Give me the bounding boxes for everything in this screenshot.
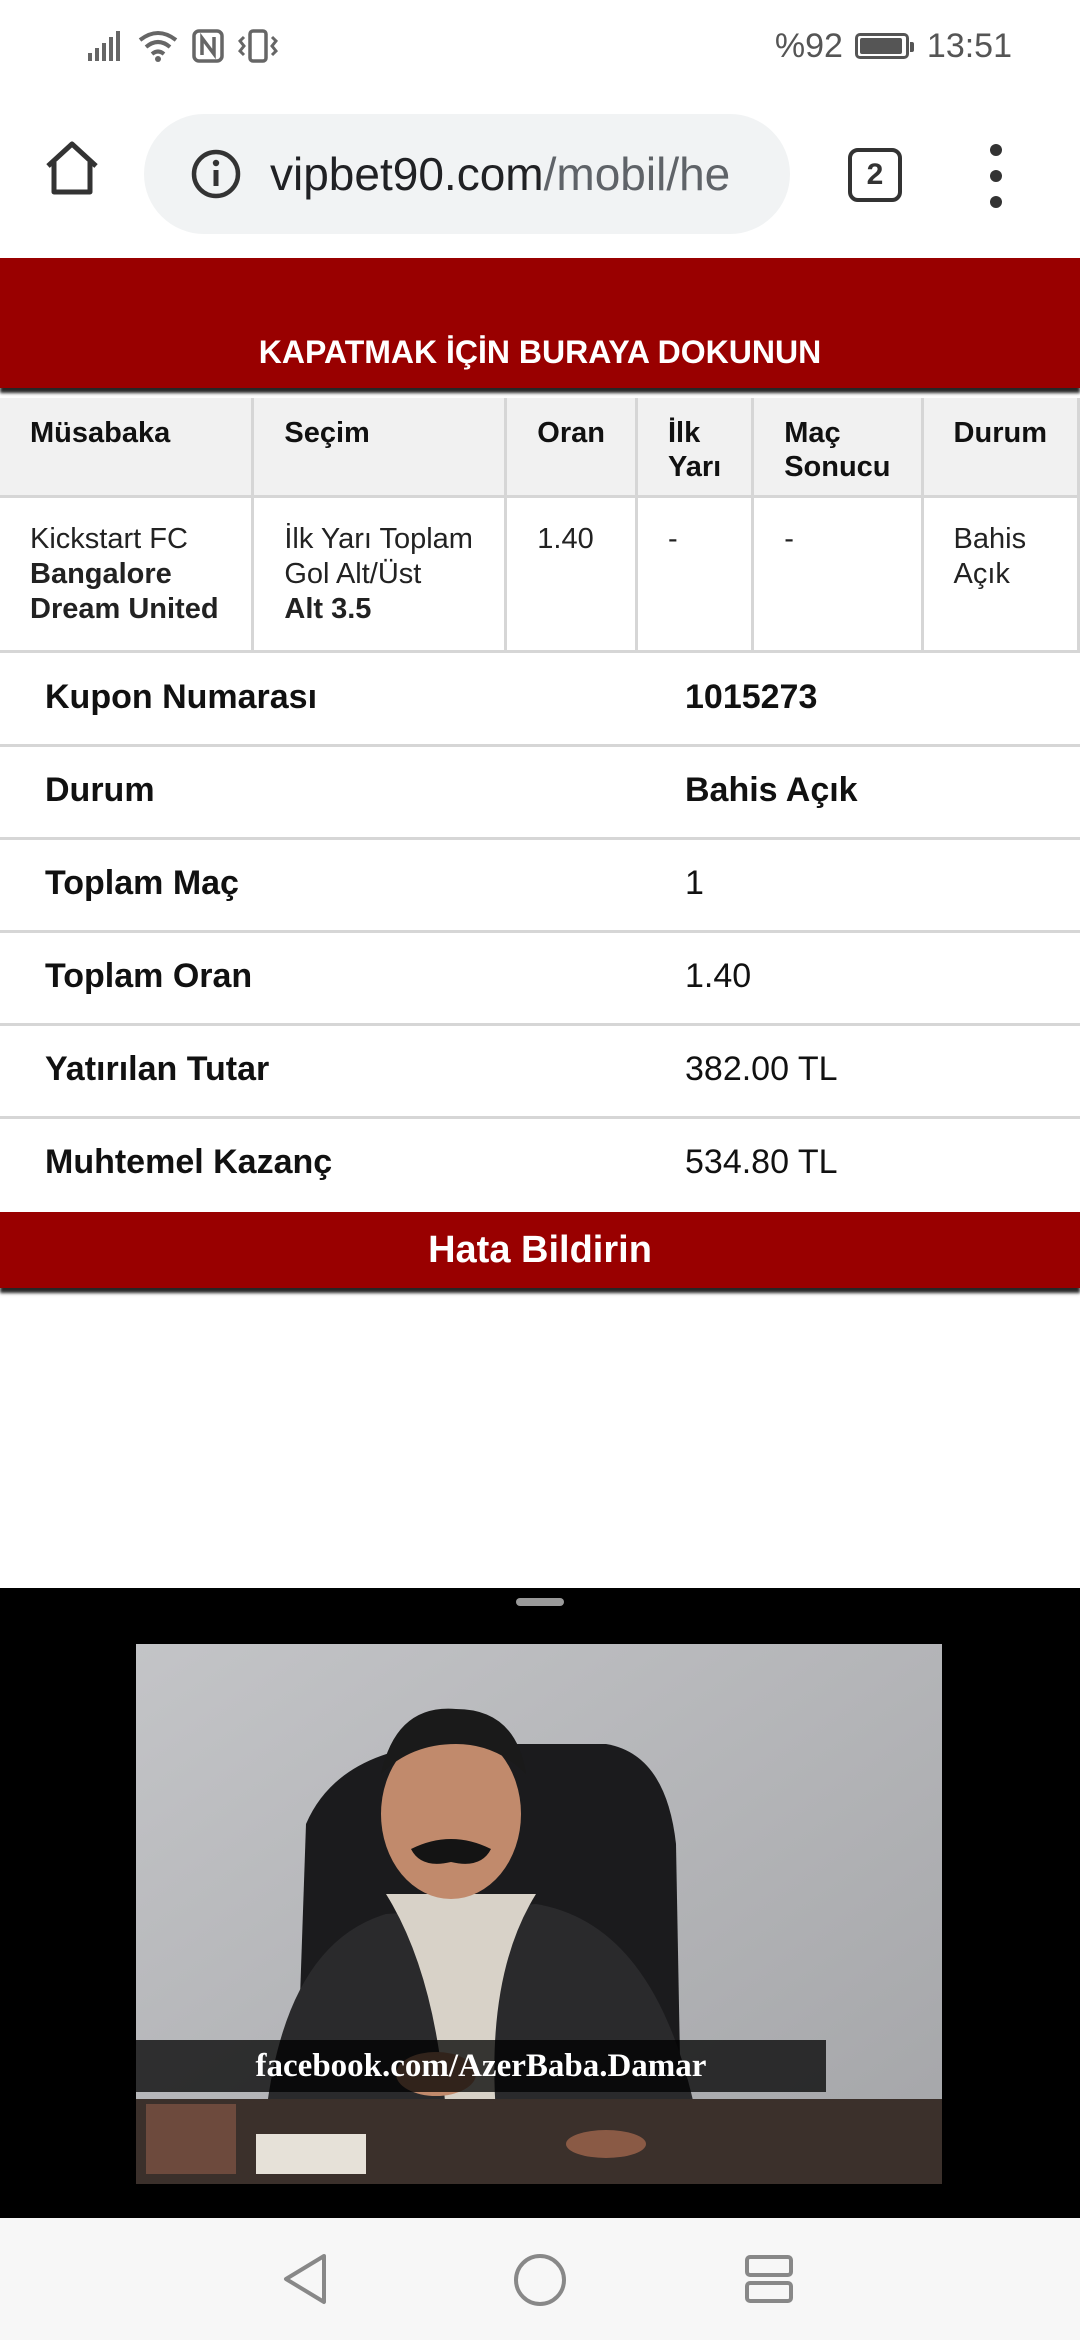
- selection-line1: İlk Yarı Toplam: [284, 522, 473, 555]
- summary-row-durum: Durum Bahis Açık: [0, 747, 1080, 840]
- video-pane: facebook.com/AzerBaba.Damar: [0, 1588, 1080, 2218]
- selection-line2: Gol Alt/Üst: [284, 557, 422, 590]
- table-header-row: Müsabaka Seçim Oran İlk Yarı Maç Sonucu …: [0, 398, 1080, 498]
- address-bar[interactable]: vipbet90.com/mobil/he: [144, 114, 790, 234]
- nfc-icon: [192, 29, 224, 63]
- header-secim: Seçim: [252, 398, 508, 498]
- report-error-button[interactable]: Hata Bildirin: [0, 1212, 1080, 1288]
- summary-label: Toplam Maç: [45, 864, 239, 902]
- signal-icon: [88, 31, 120, 61]
- table-row: Kickstart FC Bangalore Dream United İlk …: [0, 496, 1080, 653]
- coupon-summary: Kupon Numarası 1015273 Durum Bahis Açık …: [0, 654, 1080, 1212]
- status-line1: Bahis: [953, 522, 1027, 555]
- video-still-image: [136, 1644, 942, 2184]
- summary-label: Toplam Oran: [45, 957, 253, 995]
- recents-icon[interactable]: [744, 2254, 794, 2304]
- header-oran: Oran: [505, 398, 638, 498]
- summary-row-yatirilan: Yatırılan Tutar 382.00 TL: [0, 1026, 1080, 1119]
- back-icon[interactable]: [280, 2252, 332, 2306]
- home-circle-icon[interactable]: [512, 2252, 568, 2308]
- bet-table: Müsabaka Seçim Oran İlk Yarı Maç Sonucu …: [0, 398, 1080, 653]
- summary-row-toplam-oran: Toplam Oran 1.40: [0, 933, 1080, 1026]
- summary-row-kazanc: Muhtemel Kazanç 534.80 TL: [0, 1119, 1080, 1212]
- header-mac-sonucu: Maç Sonucu: [752, 398, 924, 498]
- header-mac-sonucu-line2: Sonucu: [784, 451, 891, 483]
- team-away-line2: Dream United: [30, 592, 219, 625]
- full-time-cell: -: [752, 496, 924, 653]
- wifi-icon: [138, 31, 178, 62]
- summary-label: Yatırılan Tutar: [45, 1050, 270, 1088]
- summary-value: Bahis Açık: [685, 771, 858, 809]
- selection-cell: İlk Yarı Toplam Gol Alt/Üst Alt 3.5: [252, 496, 508, 653]
- status-line2: Açık: [953, 557, 1010, 590]
- video-caption: facebook.com/AzerBaba.Damar: [136, 2040, 826, 2092]
- summary-row-kupon: Kupon Numarası 1015273: [0, 654, 1080, 747]
- vibrate-icon: [238, 29, 278, 63]
- summary-label: Kupon Numarası: [45, 678, 318, 716]
- summary-value: 534.80 TL: [685, 1143, 838, 1181]
- summary-value: 382.00 TL: [685, 1050, 838, 1088]
- header-ilk-yari: İlk Yarı: [636, 398, 755, 498]
- close-banner[interactable]: KAPATMAK İÇİN BURAYA DOKUNUN: [0, 258, 1080, 388]
- header-mac-sonucu-line1: Maç: [784, 417, 841, 449]
- split-handle[interactable]: [516, 1598, 564, 1606]
- home-icon[interactable]: [40, 136, 104, 200]
- url-path: /mobil/he: [543, 148, 731, 200]
- match-cell: Kickstart FC Bangalore Dream United: [0, 496, 255, 653]
- video-player[interactable]: facebook.com/AzerBaba.Damar: [136, 1644, 942, 2184]
- header-durum: Durum: [922, 398, 1080, 498]
- header-ilk-yari-line2: Yarı: [667, 451, 722, 483]
- summary-value: 1: [685, 864, 704, 902]
- summary-row-toplam-mac: Toplam Maç 1: [0, 840, 1080, 933]
- status-cell: Bahis Açık: [922, 496, 1080, 653]
- header-ilk-yari-line1: İlk: [667, 417, 701, 449]
- more-vert-icon[interactable]: [976, 142, 1016, 212]
- url-domain: vipbet90.com: [270, 148, 544, 200]
- first-half-cell: -: [636, 496, 755, 653]
- team-away-line1: Bangalore: [30, 557, 172, 590]
- team-home: Kickstart FC: [30, 522, 188, 555]
- summary-label: Muhtemel Kazanç: [45, 1143, 333, 1181]
- status-icons-left: [88, 24, 278, 68]
- summary-label: Durum: [45, 771, 155, 809]
- tabs-icon[interactable]: 2: [848, 148, 902, 202]
- summary-value: 1015273: [685, 678, 818, 716]
- battery-icon: [854, 33, 914, 59]
- browser-toolbar: vipbet90.com/mobil/he 2: [0, 92, 1080, 258]
- summary-value: 1.40: [685, 957, 752, 995]
- header-musabaka: Müsabaka: [0, 398, 255, 498]
- status-icons-right: %92 13:51: [775, 20, 1012, 72]
- selection-value: Alt 3.5: [284, 592, 372, 625]
- battery-percent: %92: [774, 26, 843, 65]
- url-text[interactable]: vipbet90.com/mobil/he: [270, 138, 770, 210]
- odds-cell: 1.40: [505, 496, 638, 653]
- status-bar: %92 13:51: [0, 0, 1080, 92]
- clock: 13:51: [926, 26, 1012, 65]
- system-nav-bar: [0, 2218, 1080, 2340]
- close-banner-label: KAPATMAK İÇİN BURAYA DOKUNUN: [258, 334, 822, 370]
- info-icon[interactable]: [190, 148, 242, 200]
